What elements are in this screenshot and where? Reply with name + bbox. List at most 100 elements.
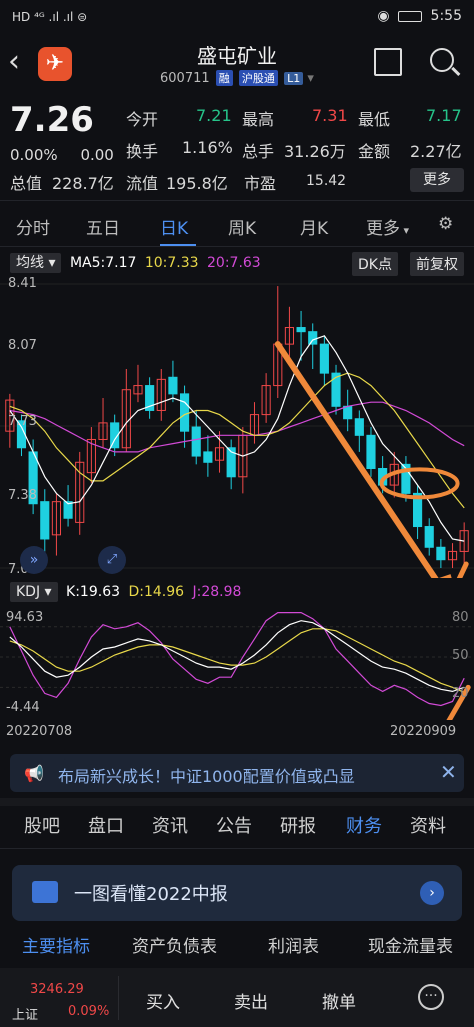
tab-more[interactable]: 更多 ▾: [366, 214, 409, 239]
candle-body: [354, 418, 364, 436]
index-value: 3246.29: [30, 982, 84, 997]
share-icon[interactable]: [374, 48, 402, 76]
more-button[interactable]: 更多: [410, 168, 464, 192]
quote-label: 换手: [126, 142, 159, 161]
tab-orderbook[interactable]: 盘口: [88, 812, 124, 838]
index-name: 上证: [12, 1008, 39, 1023]
adjust-button[interactable]: 前复权: [410, 252, 464, 276]
tab-notices[interactable]: 公告: [216, 812, 252, 838]
total-value: 228.7亿: [52, 174, 114, 193]
tab-forum[interactable]: 股吧: [24, 812, 60, 838]
tab-monthly-k[interactable]: 月K: [300, 214, 328, 239]
fullscreen-icon[interactable]: ⤢: [98, 546, 126, 574]
ma-selector-label: 均线: [16, 255, 44, 271]
dk-point-button[interactable]: DK点: [352, 252, 398, 276]
more-options-icon[interactable]: ···: [418, 984, 444, 1010]
ma-legend: 均线 ▾ MA5:7.17 10:7.33 20:7.63: [10, 252, 261, 273]
divider: [0, 200, 474, 201]
candle-body: [296, 327, 306, 333]
kdj-tick: 20: [452, 686, 469, 701]
candle-body: [424, 526, 434, 548]
quote-label: 最高: [242, 110, 275, 129]
tab-key-metrics[interactable]: 主要指标: [22, 932, 90, 957]
buy-button[interactable]: 买入: [146, 988, 180, 1013]
chart-icon: [32, 881, 58, 903]
close-icon[interactable]: ✕: [440, 760, 457, 784]
y-tick: 7.38: [8, 488, 37, 503]
kdj-j: J:28.98: [192, 584, 242, 600]
current-price: 7.26: [10, 100, 94, 140]
tab-research[interactable]: 研报: [280, 812, 316, 838]
quote-label: 今开: [126, 110, 159, 129]
quote-value: 31.26万: [284, 142, 346, 161]
ma-selector[interactable]: 均线 ▾: [10, 253, 62, 273]
price-change: 0.00% 0.00: [10, 146, 114, 164]
float-value-label: 流值: [126, 174, 159, 193]
quote-value: 7.31: [312, 106, 348, 125]
tab-daily-k[interactable]: 日K: [160, 214, 188, 239]
stock-header: ‹ ✈ 盛屯矿业 600711 融 沪股通 L1 ▾: [0, 34, 474, 94]
tab-intraday[interactable]: 分时: [16, 214, 50, 239]
tag-connect: 沪股通: [238, 70, 278, 86]
candle-body: [203, 451, 213, 463]
kdj-max: 94.63: [6, 610, 44, 625]
cancel-order-button[interactable]: 撤单: [322, 988, 356, 1013]
date-end: 20220909: [390, 724, 457, 739]
tab-news[interactable]: 资讯: [152, 812, 188, 838]
tab-profile[interactable]: 资料: [410, 812, 446, 838]
divider: [118, 976, 119, 1020]
section-tabs: 股吧 盘口 资讯 公告 研报 财务 资料: [0, 808, 474, 844]
promo-banner[interactable]: 📢 布局新兴成长！中证1000配置价值或凸显 ✕: [10, 754, 464, 792]
kdj-d: D:14.96: [128, 584, 185, 600]
kdj-chart[interactable]: [0, 604, 474, 720]
kdj-k-line: [9, 620, 465, 693]
quote-value: 2.27亿: [410, 142, 462, 161]
time-text: 5:55: [430, 8, 462, 24]
quote-value: 1.16%: [182, 138, 233, 157]
divider: [0, 798, 474, 806]
candle-body: [191, 426, 201, 457]
tab-cashflow[interactable]: 现金流量表: [368, 932, 453, 957]
search-icon[interactable]: [430, 48, 454, 72]
tab-income[interactable]: 利润表: [268, 932, 319, 957]
candle-body: [331, 372, 341, 407]
kdj-selector[interactable]: KDJ ▾: [10, 582, 58, 602]
y-tick: 8.41: [8, 276, 37, 291]
total-value-label: 总值: [10, 174, 43, 193]
chevron-down-icon[interactable]: ▾: [307, 71, 314, 86]
candlestick-chart[interactable]: [0, 274, 474, 578]
tab-finance[interactable]: 财务: [346, 812, 382, 838]
kdj-legend: KDJ ▾ K:19.63 D:14.96 J:28.98: [10, 582, 242, 602]
quote-value: 7.17: [426, 106, 462, 125]
candle-body: [179, 393, 190, 432]
stock-code-row: 600711 融 沪股通 L1 ▾: [160, 70, 314, 86]
kdj-tick: 80: [452, 610, 469, 625]
pe-value: 15.42: [306, 173, 347, 189]
finance-tabs: 主要指标 资产负债表 利润表 现金流量表: [0, 932, 474, 962]
index-percent: 0.09%: [68, 1004, 110, 1019]
eye-icon: ◉: [377, 8, 390, 24]
report-card[interactable]: 一图看懂2022中报 ›: [12, 865, 462, 921]
candle-body: [366, 434, 376, 469]
candle-body: [343, 405, 353, 420]
stock-code: 600711: [160, 71, 210, 86]
gear-icon[interactable]: ⚙: [438, 214, 453, 234]
tag-level: L1: [284, 72, 304, 85]
sell-button[interactable]: 卖出: [234, 988, 268, 1013]
pe-label: 市盈: [244, 174, 277, 193]
battery-icon: [398, 10, 423, 22]
ma5-line: [9, 335, 465, 542]
expand-left-icon[interactable]: »: [20, 546, 48, 574]
status-bar: HD ⁴ᴳ .ıl .ıl ⊜ ◉ 5:55: [0, 0, 474, 34]
status-time: ◉ 5:55: [377, 8, 462, 24]
date-start: 20220708: [6, 724, 73, 739]
megaphone-icon: 📢: [24, 764, 44, 783]
stock-title: 盛屯矿业: [197, 44, 277, 68]
divider: [0, 246, 474, 247]
float-value: 195.8亿: [166, 174, 228, 193]
tab-weekly-k[interactable]: 周K: [228, 214, 256, 239]
y-tick: 7.73: [8, 414, 37, 429]
quote-value: 7.21: [196, 106, 232, 125]
tab-five-day[interactable]: 五日: [86, 214, 120, 239]
tab-balance-sheet[interactable]: 资产负债表: [132, 932, 217, 957]
